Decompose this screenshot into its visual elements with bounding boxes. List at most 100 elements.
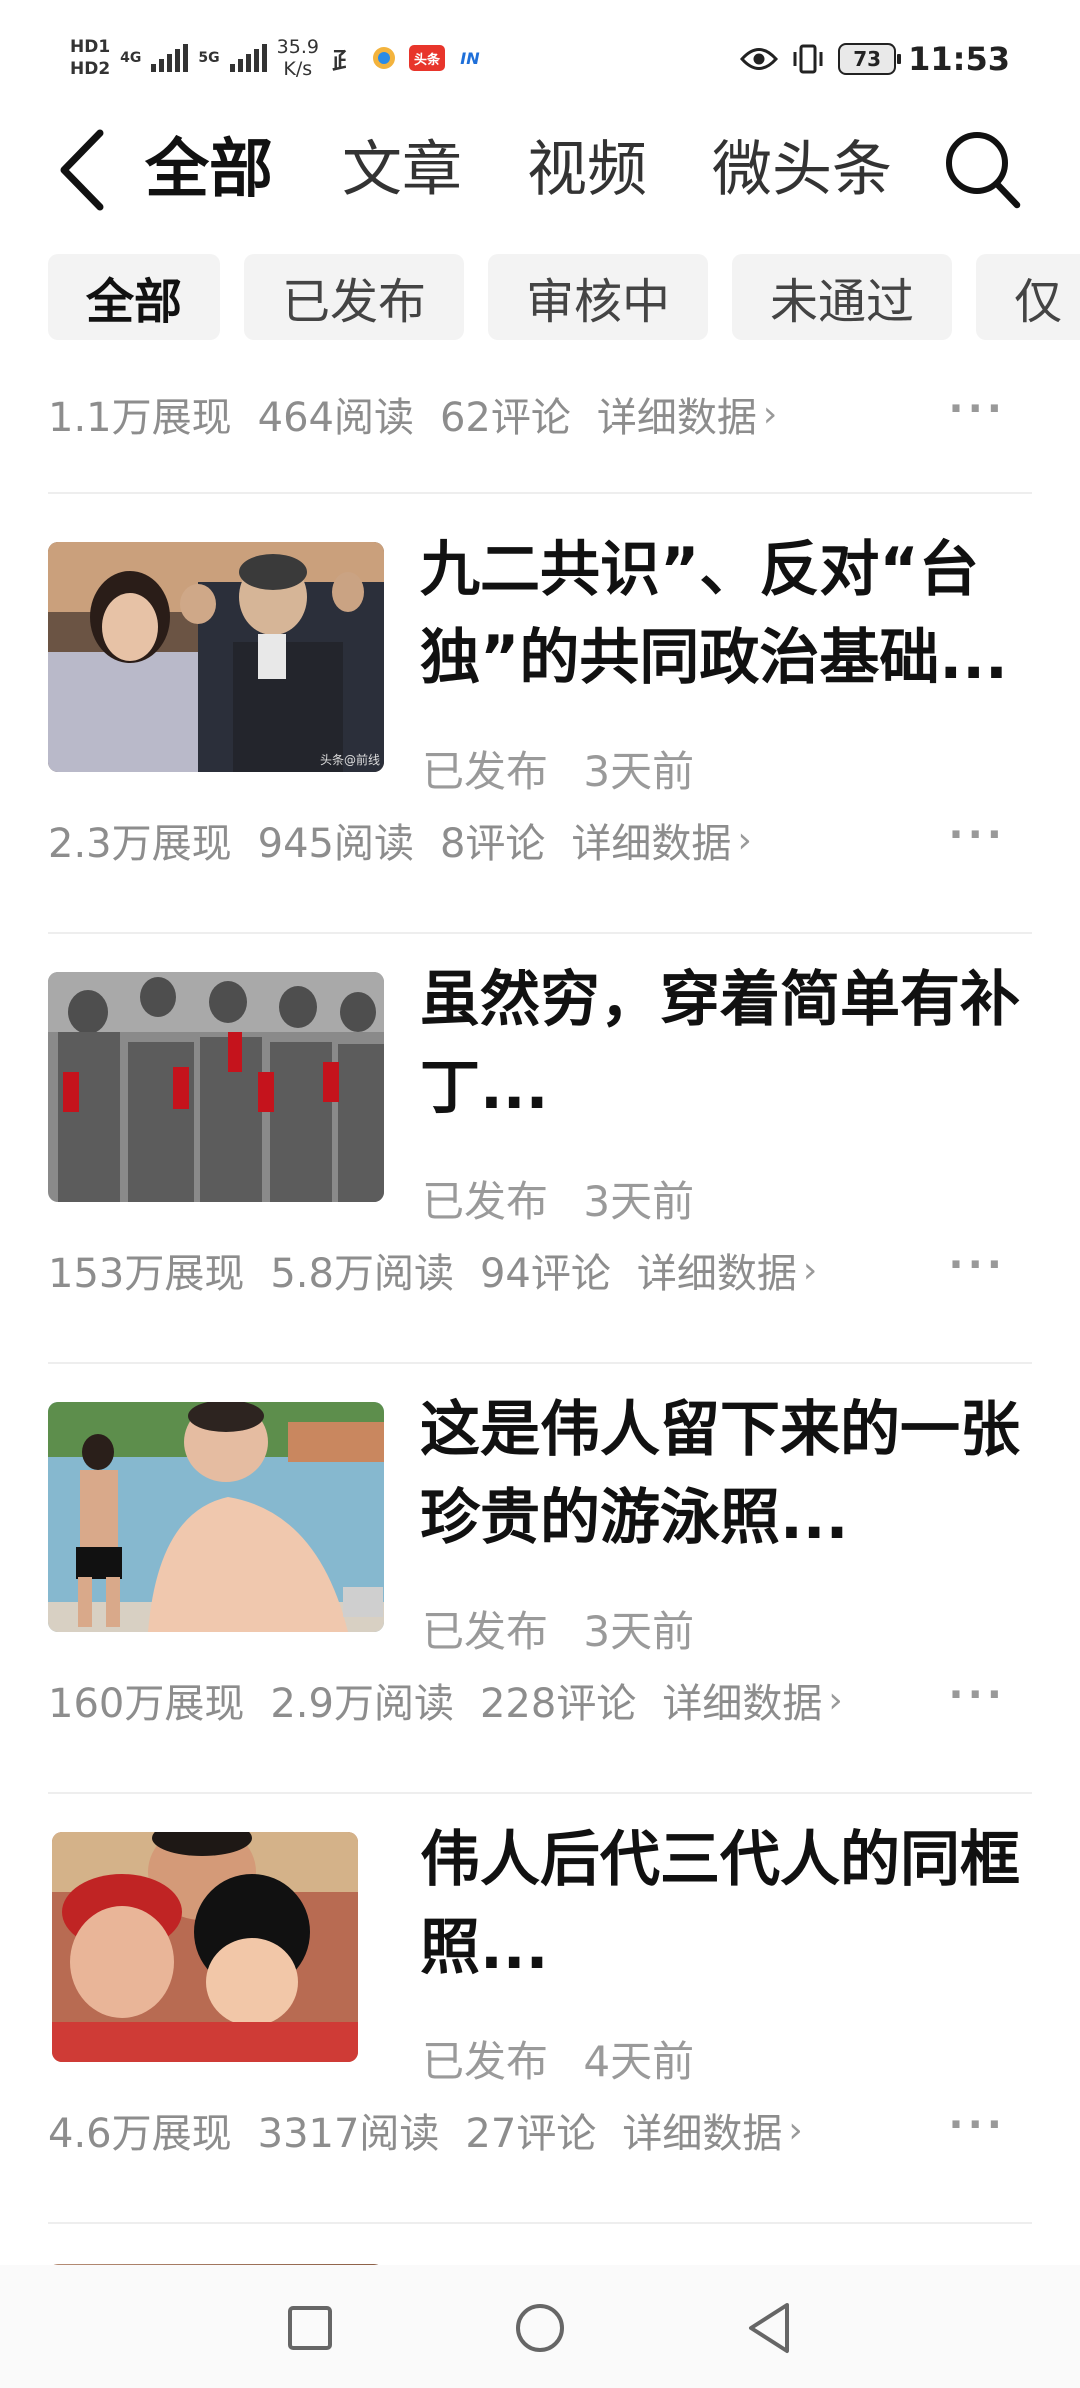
detail-data-link[interactable]: 详细数据: [622, 2101, 782, 2159]
impressions: 4.6万展现: [48, 2111, 232, 2157]
item-meta: 已发布 3天前: [422, 738, 694, 799]
divider: [48, 2222, 1032, 2224]
reads: 2.9万阅读: [270, 1681, 454, 1727]
chevron-right-icon: ›: [828, 1679, 843, 1721]
publish-status: 已发布: [422, 2037, 549, 2086]
list-item[interactable]: 头条@前线 九二共识”、反对“台独”的共同政治基础... 已发布 3天前 2.3…: [0, 535, 1080, 972]
hd1-label: HD1: [70, 37, 111, 57]
article-thumbnail: [48, 1402, 384, 1632]
toutiao-app-icon: 头条: [408, 45, 445, 71]
chevron-right-icon: ›: [802, 1249, 818, 1291]
content-list: 1.1万展现 464阅读 62评论 详细数据 › ··· 头条@前线 九二共识”…: [0, 340, 1080, 2265]
more-options-icon[interactable]: ···: [948, 1672, 1006, 1718]
alipay-icon: ⺪: [331, 46, 356, 75]
impressions: 1.1万展现: [48, 395, 232, 441]
tab-micro-headlines[interactable]: 微头条: [712, 135, 892, 205]
detail-data-link[interactable]: 详细数据: [597, 385, 757, 443]
speed-unit: K/s: [283, 58, 313, 80]
detail-data-link[interactable]: 详细数据: [571, 811, 731, 869]
chevron-right-icon: ›: [788, 2109, 803, 2151]
list-item[interactable]: 虽然穷，穿着简单有补丁... 已发布 3天前 153万展现 5.8万阅读 94评…: [0, 965, 1080, 1402]
divider: [48, 932, 1032, 934]
detail-data-link[interactable]: 详细数据: [637, 1241, 797, 1299]
filter-more[interactable]: 仅: [976, 254, 1080, 340]
reads: 945阅读: [257, 821, 414, 867]
top-nav: 全部 文章 视频 微头条: [0, 115, 1080, 225]
app-circle-icon: [369, 45, 399, 71]
vibrate-icon: [793, 44, 823, 74]
eye-icon: [740, 48, 779, 70]
chevron-right-icon: ›: [762, 393, 778, 435]
item-title[interactable]: 九二共识”、反对“台独”的共同政治基础...: [420, 526, 1032, 702]
speed-value: 35.9: [276, 36, 319, 58]
list-item[interactable]: 伟人后代三代人的同框照... 已发布 4天前 4.6万展现 3317阅读 27评…: [0, 1825, 1080, 2262]
publish-time: 3天前: [583, 747, 695, 796]
divider: [48, 1792, 1032, 1794]
publish-status: 已发布: [422, 1607, 549, 1656]
item-title[interactable]: 这是伟人留下来的一张珍贵的游泳照...: [420, 1386, 1032, 1562]
divider: [48, 492, 1032, 494]
reads: 464阅读: [257, 395, 414, 441]
network-4g-label: 4G: [120, 50, 142, 66]
tab-all[interactable]: 全部: [145, 135, 273, 205]
item-stats: 4.6万展现 3317阅读 27评论 详细数据 › ···: [48, 2102, 1032, 2158]
status-right: 73 11:53: [740, 40, 1010, 78]
article-thumbnail: [52, 1832, 358, 2062]
item-stats: 160万展现 2.9万阅读 228评论 详细数据 › ···: [48, 1672, 1032, 1728]
status-left: HD1 HD2 4G 5G 35.9 K/s ⺪ 头条 IN: [70, 36, 485, 80]
list-item[interactable]: 这是伟人留下来的一张珍贵的游泳照... 已发布 3天前 160万展现 2.9万阅…: [0, 1395, 1080, 1832]
status-filter-bar: 全部 已发布 审核中 未通过 仅: [48, 254, 1080, 340]
more-options-icon[interactable]: ···: [948, 812, 1006, 858]
impressions: 153万展现: [48, 1251, 245, 1297]
tab-articles[interactable]: 文章: [342, 135, 462, 205]
comments: 228评论: [479, 1681, 637, 1727]
reads: 5.8万阅读: [270, 1251, 454, 1297]
filter-published[interactable]: 已发布: [244, 254, 465, 340]
divider: [48, 1362, 1032, 1364]
filter-all[interactable]: 全部: [48, 254, 221, 340]
network-5g-label: 5G: [198, 50, 220, 66]
item-title[interactable]: 虽然穷，穿着简单有补丁...: [420, 956, 1032, 1132]
filter-rejected[interactable]: 未通过: [732, 254, 953, 340]
article-thumbnail: 头条@前线: [48, 542, 384, 772]
publish-time: 3天前: [583, 1177, 695, 1226]
battery-icon: 73: [838, 43, 902, 75]
article-thumbnail: [48, 972, 384, 1202]
more-options-icon[interactable]: ···: [948, 1242, 1006, 1288]
clock: 11:53: [908, 40, 1010, 78]
in-app-icon: IN: [460, 48, 480, 68]
item-stats: 2.3万展现 945阅读 8评论 详细数据 › ···: [48, 812, 1032, 868]
reads: 3317阅读: [257, 2111, 440, 2157]
comments: 94评论: [479, 1251, 611, 1297]
home-icon[interactable]: [505, 2293, 575, 2363]
detail-data-link[interactable]: 详细数据: [662, 1671, 822, 1729]
item-meta: 已发布 3天前: [422, 1168, 694, 1229]
recent-apps-icon[interactable]: [275, 2293, 345, 2363]
status-bar: HD1 HD2 4G 5G 35.9 K/s ⺪ 头条 IN 73 11:53: [0, 0, 1080, 120]
chevron-right-icon: ›: [737, 819, 752, 861]
more-options-icon[interactable]: ···: [948, 386, 1006, 432]
signal-icon-2: [229, 44, 267, 72]
publish-status: 已发布: [422, 1177, 549, 1226]
signal-icon: [151, 44, 189, 72]
publish-time: 3天前: [583, 1607, 695, 1656]
hd2-label: HD2: [70, 59, 111, 79]
item-meta: 已发布 3天前: [422, 1598, 694, 1659]
impressions: 2.3万展现: [48, 821, 232, 867]
comments: 62评论: [439, 395, 571, 441]
tab-videos[interactable]: 视频: [527, 135, 647, 205]
comments: 8评论: [439, 821, 546, 867]
back-icon[interactable]: [735, 2293, 805, 2363]
item-title[interactable]: 伟人后代三代人的同框照...: [420, 1816, 1032, 1992]
more-options-icon[interactable]: ···: [948, 2102, 1006, 2148]
publish-status: 已发布: [422, 747, 549, 796]
search-icon[interactable]: [939, 123, 1025, 213]
system-nav-bar: [0, 2265, 1080, 2388]
battery-level: 73: [853, 47, 882, 71]
hd-indicator: HD1 HD2: [70, 36, 110, 80]
publish-time: 4天前: [583, 2037, 695, 2086]
back-arrow-icon[interactable]: [50, 125, 110, 215]
filter-reviewing[interactable]: 审核中: [488, 254, 709, 340]
partial-item-stats: 1.1万展现 464阅读 62评论 详细数据 › ···: [48, 386, 1032, 442]
impressions: 160万展现: [48, 1681, 245, 1727]
